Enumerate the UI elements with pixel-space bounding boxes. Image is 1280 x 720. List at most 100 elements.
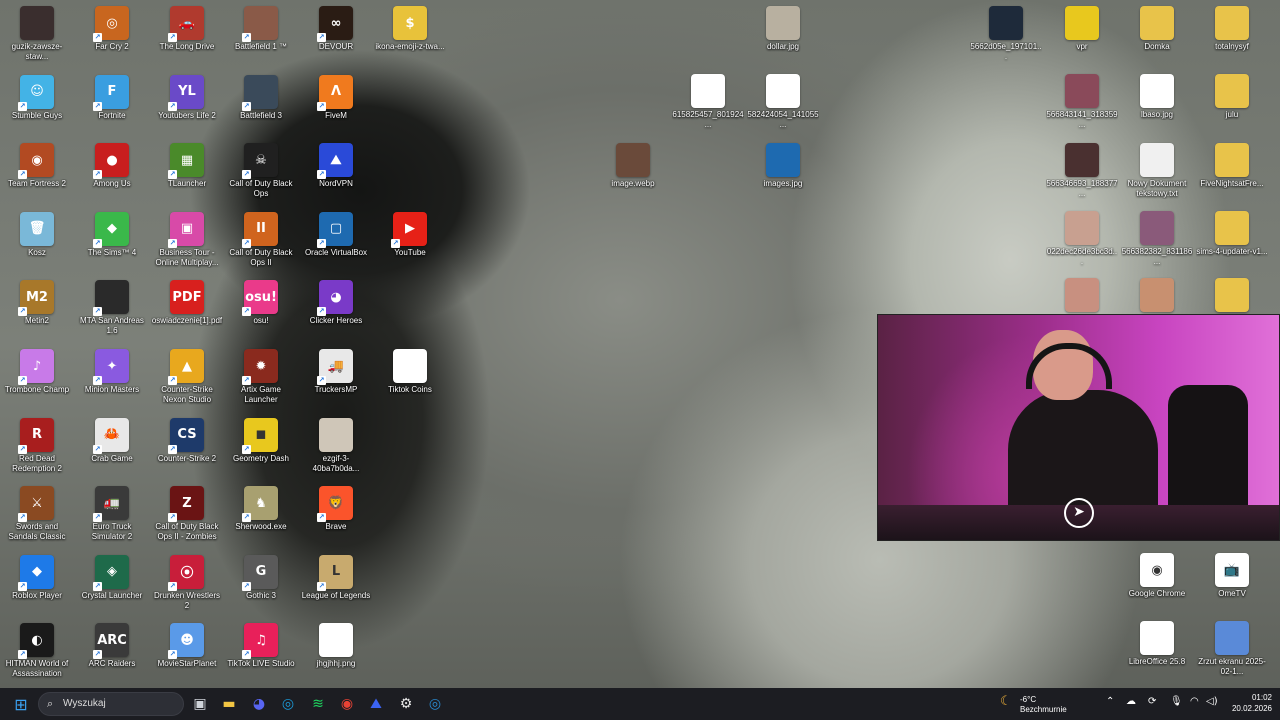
- desktop-icon-business-tour-online-multiplay[interactable]: ▣ ↗ Business Tour - Online Multiplay...: [151, 208, 223, 268]
- desktop-icon-moviestarplanet[interactable]: ☻ ↗ MovieStarPlanet: [151, 619, 223, 669]
- desktop-icon-euro-truck-simulator-2[interactable]: 🚛 ↗ Euro Truck Simulator 2: [76, 482, 148, 542]
- desktop-icon-domka[interactable]: Domka: [1121, 2, 1193, 52]
- search-box[interactable]: ⌕ Wyszukaj: [38, 692, 184, 716]
- desktop-icon-google-chrome[interactable]: ◉ Google Chrome: [1121, 549, 1193, 599]
- desktop-icon-swords-and-sandals-classic-collection[interactable]: ⚔↗Swords and Sandals Classic Collection: [1, 482, 73, 542]
- desktop-icon-oswiadczenie-1-pdf[interactable]: PDF oswiadczenie[1].pdf: [151, 276, 223, 326]
- desktop-icon-trombone-champ[interactable]: ♪ ↗ Trombone Champ: [1, 345, 73, 395]
- desktop-icon-stumble-guys[interactable]: ☺ ↗ Stumble Guys: [1, 71, 73, 121]
- desktop-icon-nordvpn[interactable]: ⛰ ↗ NordVPN: [300, 139, 372, 189]
- desktop-icon-team-fortress-2[interactable]: ◉ ↗ Team Fortress 2: [1, 139, 73, 189]
- cloud-icon[interactable]: ☁: [1126, 696, 1136, 707]
- desktop-icon-clicker-heroes[interactable]: ◕ ↗ Clicker Heroes: [300, 276, 372, 326]
- desktop-icon-youtubers-life-2[interactable]: YL ↗ Youtubers Life 2: [151, 71, 223, 121]
- steam-icon[interactable]: ◎: [278, 694, 298, 714]
- desktop-icon-battlefield-1[interactable]: ↗ Battlefield 1 ™: [225, 2, 297, 52]
- weather-widget[interactable]: ☾ -6°C Bezchmurnie: [1000, 690, 1110, 718]
- play-circle-icon[interactable]: ➤: [1064, 498, 1094, 528]
- task-view-icon[interactable]: ▣: [190, 694, 210, 714]
- desktop-icon-lbaso-jpg[interactable]: lbaso.jpg: [1121, 70, 1193, 120]
- desktop-icon-mta-san-andreas-1-6[interactable]: ↗ MTA San Andreas 1.6: [76, 276, 148, 336]
- spotify-icon[interactable]: ≋: [308, 694, 328, 714]
- desktop-icon-oracle-virtualbox[interactable]: ▢ ↗ Oracle VirtualBox: [300, 208, 372, 258]
- desktop-icon-image-webp[interactable]: image.webp: [597, 139, 669, 189]
- chrome-icon[interactable]: ◉: [337, 694, 357, 714]
- desktop-icon-sherwood-exe[interactable]: ♞ ↗ Sherwood.exe: [225, 482, 297, 532]
- desktop-icon-582424054-141055[interactable]: 582424054_141055...: [747, 70, 819, 130]
- steam-icon-2[interactable]: ◎: [425, 694, 445, 714]
- desktop-icon-tiktok-live-studio[interactable]: ♫ ↗ TikTok LIVE Studio: [225, 619, 297, 669]
- desktop-icon-osu[interactable]: osu! ↗ osu!: [225, 276, 297, 326]
- start-button[interactable]: ⊞: [11, 694, 31, 714]
- desktop-icon-artix-game-launcher[interactable]: ✹ ↗ Artix Game Launcher: [225, 345, 297, 405]
- desktop-icon-ometv[interactable]: 📺 OmeTV: [1196, 549, 1268, 599]
- desktop-icon-truckersmp[interactable]: 🚚 ↗ TruckersMP: [300, 345, 372, 395]
- desktop-icon-far-cry-2[interactable]: ◎ ↗ Far Cry 2: [76, 2, 148, 52]
- wifi-icon[interactable]: ◠: [1190, 696, 1199, 707]
- desktop-icon-vpr[interactable]: vpr: [1046, 2, 1118, 52]
- desktop-icon-fivenightsatfre[interactable]: FiveNightsatFre...: [1196, 139, 1268, 189]
- desktop-icon-youtube[interactable]: ▶ ↗ YouTube: [374, 208, 446, 258]
- desktop-icon-roblox-player[interactable]: ◆ ↗ Roblox Player: [1, 551, 73, 601]
- desktop-icon-the-sims-4[interactable]: ◆ ↗ The Sims™ 4: [76, 208, 148, 258]
- desktop-icon-crab-game[interactable]: 🦀 ↗ Crab Game: [76, 414, 148, 464]
- desktop-icon-ikona-emoji-z-twa[interactable]: $ ikona-emoji-z-twa...: [374, 2, 446, 52]
- desktop-icon-devour[interactable]: ∞ ↗ DEVOUR: [300, 2, 372, 52]
- desktop-icon-kosz[interactable]: 🗑 Kosz: [1, 208, 73, 258]
- desktop-icon-geometry-dash[interactable]: ◼ ↗ Geometry Dash: [225, 414, 297, 464]
- desktop-icon-blank[interactable]: [1121, 274, 1193, 314]
- desktop-icon-call-of-duty-black-ops-ii[interactable]: II ↗ Call of Duty Black Ops II: [225, 208, 297, 268]
- discord-icon[interactable]: ◕: [249, 694, 269, 714]
- desktop-icon-tlauncher[interactable]: ▦ ↗ TLauncher: [151, 139, 223, 189]
- desktop-icon-gothic-3[interactable]: G ↗ Gothic 3: [225, 551, 297, 601]
- desktop-icon-566843141-318359[interactable]: 566843141_318359...: [1046, 70, 1118, 130]
- update-icon[interactable]: ⟳: [1148, 696, 1156, 707]
- desktop-icon-fortnite[interactable]: F ↗ Fortnite: [76, 71, 148, 121]
- desktop-icon-hitman-world-of-assassination[interactable]: ◐ ↗ HITMAN World of Assassination: [1, 619, 73, 679]
- desktop-icon-arc-raiders[interactable]: ARC ↗ ARC Raiders: [76, 619, 148, 669]
- desktop-icon-call-of-duty-black-ops[interactable]: ☠ ↗ Call of Duty Black Ops: [225, 139, 297, 199]
- desktop-icon-566382382-831186[interactable]: 566382382_831186...: [1121, 207, 1193, 267]
- desktop-icon-among-us[interactable]: ● ↗ Among Us: [76, 139, 148, 189]
- desktop-icon-ezgif-3-40ba7b0da[interactable]: ezgif-3-40ba7b0da...: [300, 414, 372, 474]
- desktop-icon-zrzut-ekranu-2025-02-1[interactable]: Zrzut ekranu 2025-02-1...: [1196, 617, 1268, 677]
- nordvpn-icon[interactable]: ⛰: [366, 694, 386, 714]
- desktop-icon-brave[interactable]: 🦁 ↗ Brave: [300, 482, 372, 532]
- desktop-icon-minion-masters[interactable]: ✦ ↗ Minion Masters: [76, 345, 148, 395]
- desktop-icon-label: 566382382_831186...: [1121, 247, 1193, 266]
- desktop-icon-crystal-launcher[interactable]: ◈ ↗ Crystal Launcher: [76, 551, 148, 601]
- desktop-icon-sims-4-updater-v1[interactable]: sims-4-updater-v1...: [1196, 207, 1268, 257]
- desktop-icon-blank[interactable]: [1196, 274, 1268, 314]
- desktop-icon-jhgjhhj-png[interactable]: jhgjhhj.png: [300, 619, 372, 669]
- settings-icon[interactable]: ⚙: [396, 694, 416, 714]
- volume-icon[interactable]: ◁): [1206, 696, 1218, 707]
- desktop-icon-566346693-188377[interactable]: 566346693_188377...: [1046, 139, 1118, 199]
- desktop-icon-julu[interactable]: julu: [1196, 70, 1268, 120]
- desktop-icon-red-dead-redemption-2[interactable]: R ↗ Red Dead Redemption 2: [1, 414, 73, 474]
- desktop-icon-blank[interactable]: [1046, 274, 1118, 314]
- desktop-icon-counter-strike-nexon-studio[interactable]: ▲ ↗ Counter-Strike Nexon Studio: [151, 345, 223, 405]
- desktop-icon-battlefield-3[interactable]: ↗ Battlefield 3: [225, 71, 297, 121]
- microphone-icon[interactable]: 🎙: [1170, 696, 1183, 707]
- desktop-icon-nowy-dokument-tekstowy-txt[interactable]: Nowy Dokument tekstowy.txt: [1121, 139, 1193, 199]
- desktop-icon-022dec26de3bc3d[interactable]: 022dec26de3bc3d...: [1046, 207, 1118, 267]
- desktop-icon-totalnysyf[interactable]: totalnysyf: [1196, 2, 1268, 52]
- desktop-icon-5662d05e-197101[interactable]: 5662d05e_197101...: [970, 2, 1042, 62]
- desktop-icon-drunken-wrestlers-2[interactable]: ⦿ ↗ Drunken Wrestlers 2: [151, 551, 223, 611]
- chevron-up-icon[interactable]: ⌃: [1106, 696, 1114, 707]
- desktop-icon-the-long-drive[interactable]: 🚗 ↗ The Long Drive: [151, 2, 223, 52]
- desktop-icon-league-of-legends[interactable]: L ↗ League of Legends: [300, 551, 372, 601]
- desktop-icon-libreoffice-25-8[interactable]: LibreOffice 25.8: [1121, 617, 1193, 667]
- desktop-icon-615825457-801924[interactable]: 615825457_801924...: [672, 70, 744, 130]
- desktop-icon-images-jpg[interactable]: images.jpg: [747, 139, 819, 189]
- desktop-icon-tiktok-coins[interactable]: Tiktok Coins: [374, 345, 446, 395]
- desktop-icon-fivem[interactable]: Λ ↗ FiveM: [300, 71, 372, 121]
- desktop-icon-guzik-zawsze-staw[interactable]: guzik-zawsze-staw...: [1, 2, 73, 62]
- desktop-icon-counter-strike-2[interactable]: CS ↗ Counter-Strike 2: [151, 414, 223, 464]
- desktop-icon-dollar-jpg[interactable]: dollar.jpg: [747, 2, 819, 52]
- desktop-icon-metin2[interactable]: M2 ↗ Metin2: [1, 276, 73, 326]
- clock[interactable]: 01:02 20.02.2026: [1222, 692, 1272, 714]
- webcam-overlay-window[interactable]: ➤: [877, 314, 1280, 541]
- file-explorer-icon[interactable]: ▬: [219, 694, 239, 714]
- desktop-icon-call-of-duty-black-ops-ii-zombies[interactable]: Z ↗ Call of Duty Black Ops II - Zombies: [151, 482, 223, 542]
